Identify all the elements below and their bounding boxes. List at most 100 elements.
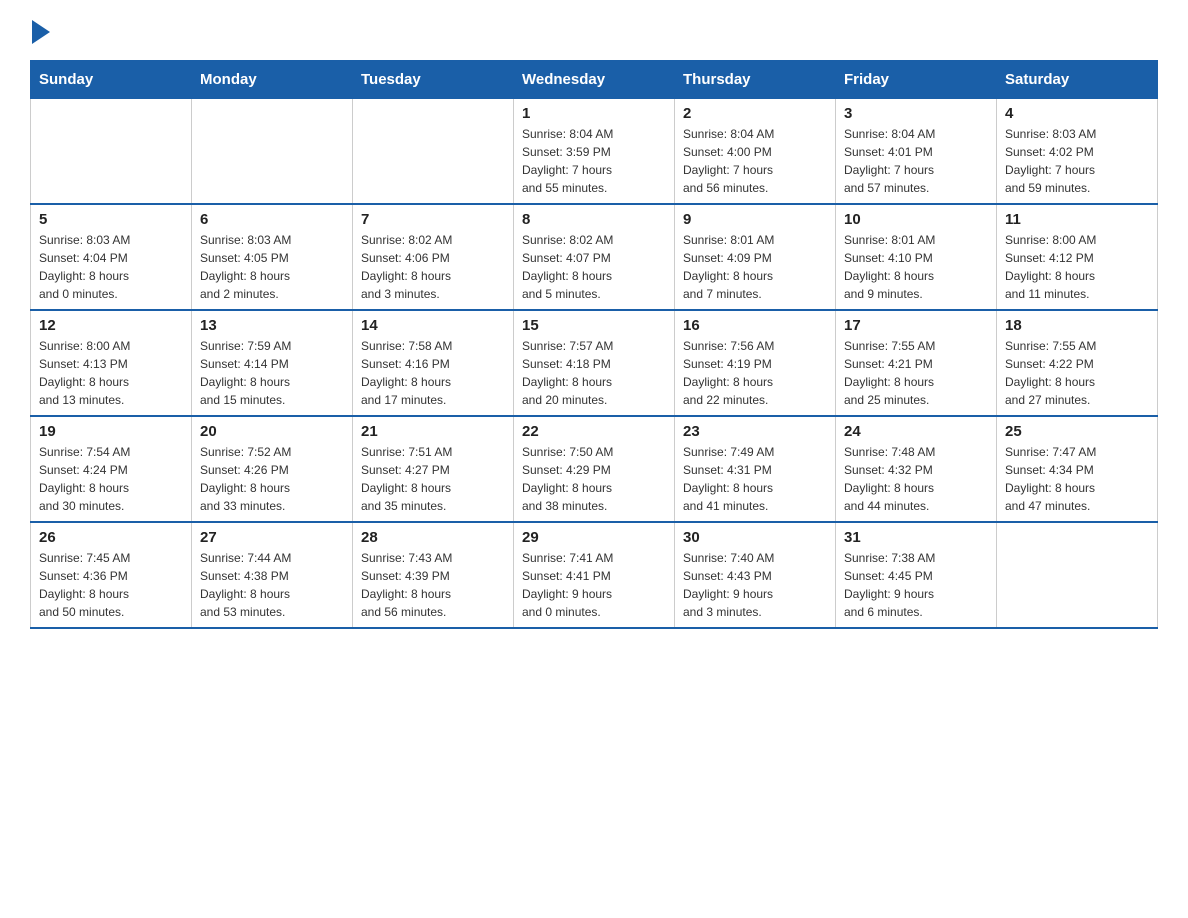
day-number: 7 — [361, 211, 505, 228]
day-info: Sunrise: 8:02 AMSunset: 4:07 PMDaylight:… — [522, 231, 666, 303]
day-info: Sunrise: 8:02 AMSunset: 4:06 PMDaylight:… — [361, 231, 505, 303]
day-info: Sunrise: 7:38 AMSunset: 4:45 PMDaylight:… — [844, 549, 988, 621]
day-info: Sunrise: 8:03 AMSunset: 4:05 PMDaylight:… — [200, 231, 344, 303]
day-info: Sunrise: 7:55 AMSunset: 4:21 PMDaylight:… — [844, 337, 988, 409]
calendar-day-cell: 28 Sunrise: 7:43 AMSunset: 4:39 PMDayligh… — [353, 522, 514, 628]
calendar-day-cell: 17 Sunrise: 7:55 AMSunset: 4:21 PMDayligh… — [836, 310, 997, 416]
calendar-day-cell: 6 Sunrise: 8:03 AMSunset: 4:05 PMDaylight… — [192, 204, 353, 310]
calendar-table: Sunday Monday Tuesday Wednesday Thursday… — [30, 60, 1158, 629]
calendar-day-cell: 18 Sunrise: 7:55 AMSunset: 4:22 PMDayligh… — [997, 310, 1158, 416]
day-info: Sunrise: 8:00 AMSunset: 4:13 PMDaylight:… — [39, 337, 183, 409]
calendar-week-row: 5 Sunrise: 8:03 AMSunset: 4:04 PMDaylight… — [31, 204, 1158, 310]
day-number: 16 — [683, 317, 827, 334]
day-number: 22 — [522, 423, 666, 440]
calendar-week-row: 1Sunrise: 8:04 AMSunset: 3:59 PMDaylight… — [31, 99, 1158, 205]
calendar-day-cell: 7 Sunrise: 8:02 AMSunset: 4:06 PMDaylight… — [353, 204, 514, 310]
day-info: Sunrise: 7:55 AMSunset: 4:22 PMDaylight:… — [1005, 337, 1149, 409]
calendar-header-row: Sunday Monday Tuesday Wednesday Thursday… — [31, 61, 1158, 99]
calendar-day-cell: 29 Sunrise: 7:41 AMSunset: 4:41 PMDayligh… — [514, 522, 675, 628]
day-number: 2 — [683, 105, 827, 122]
calendar-day-cell: 14 Sunrise: 7:58 AMSunset: 4:16 PMDayligh… — [353, 310, 514, 416]
day-number: 29 — [522, 529, 666, 546]
calendar-day-cell — [31, 99, 192, 205]
day-info: Sunrise: 7:58 AMSunset: 4:16 PMDaylight:… — [361, 337, 505, 409]
calendar-day-cell: 27 Sunrise: 7:44 AMSunset: 4:38 PMDayligh… — [192, 522, 353, 628]
day-number: 5 — [39, 211, 183, 228]
day-number: 23 — [683, 423, 827, 440]
day-number: 24 — [844, 423, 988, 440]
day-number: 6 — [200, 211, 344, 228]
day-number: 17 — [844, 317, 988, 334]
calendar-day-cell: 22 Sunrise: 7:50 AMSunset: 4:29 PMDayligh… — [514, 416, 675, 522]
calendar-day-cell: 1Sunrise: 8:04 AMSunset: 3:59 PMDaylight… — [514, 99, 675, 205]
calendar-day-cell: 3 Sunrise: 8:04 AMSunset: 4:01 PMDaylight… — [836, 99, 997, 205]
day-number: 3 — [844, 105, 988, 122]
calendar-day-cell: 11Sunrise: 8:00 AMSunset: 4:12 PMDayligh… — [997, 204, 1158, 310]
day-number: 21 — [361, 423, 505, 440]
calendar-day-cell: 9 Sunrise: 8:01 AMSunset: 4:09 PMDaylight… — [675, 204, 836, 310]
day-number: 26 — [39, 529, 183, 546]
day-info: Sunrise: 8:03 AMSunset: 4:02 PMDaylight:… — [1005, 125, 1149, 197]
day-number: 9 — [683, 211, 827, 228]
calendar-day-cell: 16 Sunrise: 7:56 AMSunset: 4:19 PMDayligh… — [675, 310, 836, 416]
day-number: 8 — [522, 211, 666, 228]
day-number: 18 — [1005, 317, 1149, 334]
calendar-day-cell: 2 Sunrise: 8:04 AMSunset: 4:00 PMDaylight… — [675, 99, 836, 205]
day-info: Sunrise: 7:50 AMSunset: 4:29 PMDaylight:… — [522, 443, 666, 515]
logo — [30, 20, 50, 44]
calendar-day-cell: 26 Sunrise: 7:45 AMSunset: 4:36 PMDayligh… — [31, 522, 192, 628]
calendar-day-cell: 13 Sunrise: 7:59 AMSunset: 4:14 PMDayligh… — [192, 310, 353, 416]
day-number: 27 — [200, 529, 344, 546]
day-info: Sunrise: 8:01 AMSunset: 4:09 PMDaylight:… — [683, 231, 827, 303]
page-header — [30, 20, 1158, 44]
col-thursday: Thursday — [675, 61, 836, 99]
day-number: 30 — [683, 529, 827, 546]
day-info: Sunrise: 7:45 AMSunset: 4:36 PMDaylight:… — [39, 549, 183, 621]
calendar-day-cell: 10Sunrise: 8:01 AMSunset: 4:10 PMDayligh… — [836, 204, 997, 310]
day-info: Sunrise: 8:04 AMSunset: 4:00 PMDaylight:… — [683, 125, 827, 197]
day-info: Sunrise: 7:56 AMSunset: 4:19 PMDaylight:… — [683, 337, 827, 409]
day-number: 15 — [522, 317, 666, 334]
day-number: 11 — [1005, 211, 1149, 228]
day-info: Sunrise: 7:49 AMSunset: 4:31 PMDaylight:… — [683, 443, 827, 515]
calendar-week-row: 12Sunrise: 8:00 AMSunset: 4:13 PMDayligh… — [31, 310, 1158, 416]
day-number: 14 — [361, 317, 505, 334]
day-info: Sunrise: 7:41 AMSunset: 4:41 PMDaylight:… — [522, 549, 666, 621]
calendar-day-cell: 20 Sunrise: 7:52 AMSunset: 4:26 PMDayligh… — [192, 416, 353, 522]
calendar-week-row: 26 Sunrise: 7:45 AMSunset: 4:36 PMDayligh… — [31, 522, 1158, 628]
calendar-day-cell: 25 Sunrise: 7:47 AMSunset: 4:34 PMDayligh… — [997, 416, 1158, 522]
calendar-day-cell: 23 Sunrise: 7:49 AMSunset: 4:31 PMDayligh… — [675, 416, 836, 522]
day-info: Sunrise: 7:40 AMSunset: 4:43 PMDaylight:… — [683, 549, 827, 621]
day-number: 25 — [1005, 423, 1149, 440]
calendar-day-cell — [353, 99, 514, 205]
col-friday: Friday — [836, 61, 997, 99]
day-number: 4 — [1005, 105, 1149, 122]
day-number: 19 — [39, 423, 183, 440]
day-info: Sunrise: 7:59 AMSunset: 4:14 PMDaylight:… — [200, 337, 344, 409]
day-number: 20 — [200, 423, 344, 440]
day-info: Sunrise: 8:03 AMSunset: 4:04 PMDaylight:… — [39, 231, 183, 303]
calendar-day-cell: 24 Sunrise: 7:48 AMSunset: 4:32 PMDayligh… — [836, 416, 997, 522]
day-info: Sunrise: 7:48 AMSunset: 4:32 PMDaylight:… — [844, 443, 988, 515]
day-info: Sunrise: 7:52 AMSunset: 4:26 PMDaylight:… — [200, 443, 344, 515]
day-info: Sunrise: 7:57 AMSunset: 4:18 PMDaylight:… — [522, 337, 666, 409]
calendar-day-cell: 30 Sunrise: 7:40 AMSunset: 4:43 PMDayligh… — [675, 522, 836, 628]
day-number: 10 — [844, 211, 988, 228]
day-number: 13 — [200, 317, 344, 334]
calendar-day-cell: 12Sunrise: 8:00 AMSunset: 4:13 PMDayligh… — [31, 310, 192, 416]
col-saturday: Saturday — [997, 61, 1158, 99]
day-number: 28 — [361, 529, 505, 546]
calendar-day-cell: 19Sunrise: 7:54 AMSunset: 4:24 PMDayligh… — [31, 416, 192, 522]
day-info: Sunrise: 8:04 AMSunset: 3:59 PMDaylight:… — [522, 125, 666, 197]
calendar-day-cell: 15 Sunrise: 7:57 AMSunset: 4:18 PMDayligh… — [514, 310, 675, 416]
calendar-day-cell: 4 Sunrise: 8:03 AMSunset: 4:02 PMDaylight… — [997, 99, 1158, 205]
day-info: Sunrise: 7:47 AMSunset: 4:34 PMDaylight:… — [1005, 443, 1149, 515]
day-info: Sunrise: 7:43 AMSunset: 4:39 PMDaylight:… — [361, 549, 505, 621]
calendar-day-cell: 5 Sunrise: 8:03 AMSunset: 4:04 PMDaylight… — [31, 204, 192, 310]
calendar-day-cell — [192, 99, 353, 205]
logo-triangle-icon — [32, 20, 50, 44]
day-info: Sunrise: 8:04 AMSunset: 4:01 PMDaylight:… — [844, 125, 988, 197]
calendar-day-cell — [997, 522, 1158, 628]
col-wednesday: Wednesday — [514, 61, 675, 99]
day-info: Sunrise: 7:44 AMSunset: 4:38 PMDaylight:… — [200, 549, 344, 621]
